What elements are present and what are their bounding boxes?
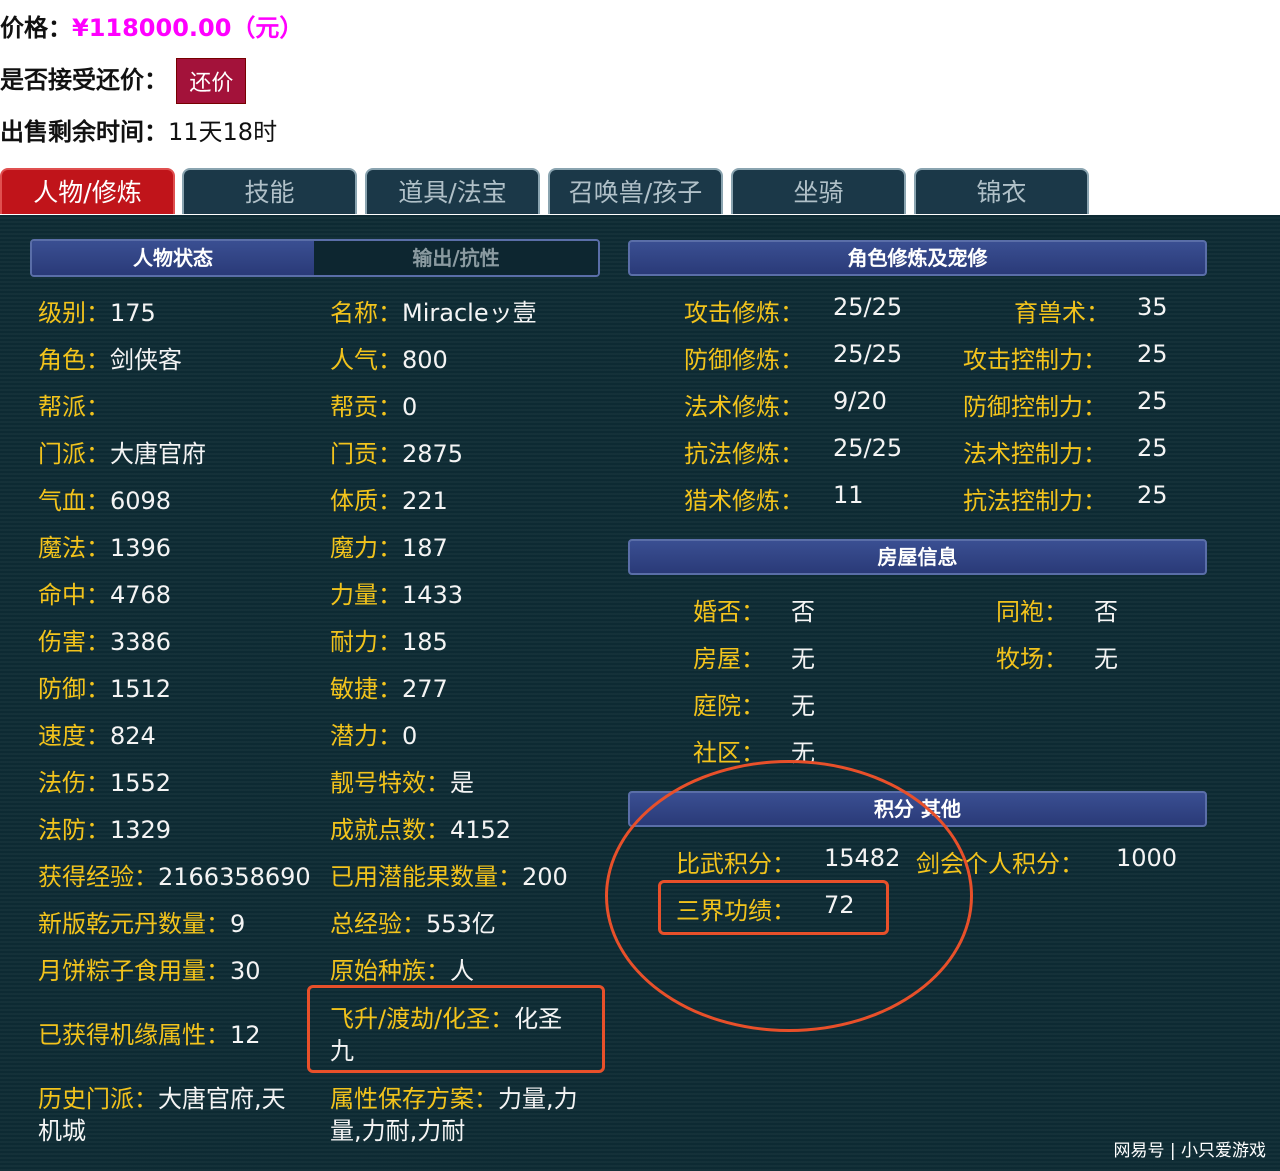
tab-items[interactable]: 道具/法宝 — [365, 168, 540, 214]
bargain-label: 是否接受还价： — [0, 66, 168, 94]
tab-pets[interactable]: 召唤兽/孩子 — [548, 168, 723, 214]
score-sword-value: 1000 — [1116, 844, 1178, 872]
house-ranch-value: 无 — [1094, 645, 1118, 673]
cult-defense-label: 防御修炼： — [684, 346, 804, 374]
cult-hunt-label: 猎术修炼： — [684, 487, 804, 515]
bargain-button[interactable]: 还价 — [176, 58, 247, 104]
stat-hp: 气血：6098 — [38, 487, 172, 515]
price-label: 价格： — [0, 14, 72, 42]
house-header: 房屋信息 — [628, 539, 1207, 575]
stat-total-exp: 总经验：553亿 — [330, 910, 496, 938]
status-header: 人物状态 输出/抗性 — [30, 239, 600, 277]
bargain-row: 是否接受还价： 还价 — [0, 58, 247, 104]
ascension-highlight — [307, 985, 605, 1073]
cult-magic-value: 9/20 — [833, 387, 887, 415]
ctrl-magic-label: 法术控制力： — [963, 440, 1107, 468]
house-married-label: 婚否： — [693, 598, 765, 626]
stat-attr-plan-cont: 量,力耐,力耐 — [330, 1117, 466, 1145]
tab-mounts[interactable]: 坐骑 — [731, 168, 906, 214]
cult-hunt-value: 11 — [833, 481, 864, 509]
ctrl-attack-label: 攻击控制力： — [963, 346, 1107, 374]
house-sworn-value: 否 — [1094, 598, 1118, 626]
stat-name: 名称：Miracleッ壹 — [330, 299, 537, 327]
stat-constitution: 体质：221 — [330, 487, 448, 515]
stat-attr-plan: 属性保存方案：力量,力 — [330, 1085, 578, 1113]
stat-exp: 获得经验：2166358690 — [38, 863, 311, 891]
stat-history-school-cont: 机城 — [38, 1117, 86, 1145]
remaining-label: 出售剩余时间： — [0, 118, 168, 146]
status-tab[interactable]: 人物状态 — [32, 241, 314, 275]
stat-agility: 敏捷：277 — [330, 675, 448, 703]
stat-magic-power: 魔力：187 — [330, 534, 448, 562]
house-ranch-label: 牧场： — [996, 645, 1068, 673]
cult-defense-value: 25/25 — [833, 340, 903, 368]
stat-damage: 伤害：3386 — [38, 628, 172, 656]
stat-speed: 速度：824 — [38, 722, 156, 750]
stat-history-school: 历史门派：大唐官府,天 — [38, 1085, 286, 1113]
stat-guild-contrib: 帮贡：0 — [330, 393, 418, 421]
output-tab[interactable]: 输出/抗性 — [314, 241, 598, 275]
stat-mooncake: 月饼粽子食用量：30 — [38, 957, 261, 985]
cult-beast-value: 35 — [1137, 293, 1168, 321]
stat-potential: 潜力：0 — [330, 722, 418, 750]
stat-magic-damage: 法伤：1552 — [38, 769, 172, 797]
content-panel: 人物状态 输出/抗性 角色修炼及宠修 房屋信息 积分 其他 级别：175 角色：… — [0, 215, 1280, 1171]
stat-strength: 力量：1433 — [330, 581, 464, 609]
watermark: 网易号 | 小只爱游戏 — [1113, 1141, 1266, 1161]
cult-resist-value: 25/25 — [833, 434, 903, 462]
ctrl-magic-value: 25 — [1137, 434, 1168, 462]
ctrl-defense-value: 25 — [1137, 387, 1168, 415]
cultivation-header: 角色修炼及宠修 — [628, 240, 1207, 276]
ctrl-attack-value: 25 — [1137, 340, 1168, 368]
stat-defense: 防御：1512 — [38, 675, 172, 703]
stat-achievement: 成就点数：4152 — [330, 816, 512, 844]
stat-mp: 魔法：1396 — [38, 534, 172, 562]
price-value: ¥118000.00（元） — [72, 14, 304, 42]
ctrl-resist-label: 抗法控制力： — [963, 487, 1107, 515]
stat-guild: 帮派： — [38, 393, 110, 421]
tab-costume[interactable]: 锦衣 — [914, 168, 1089, 214]
house-house-value: 无 — [791, 645, 815, 673]
tab-skills[interactable]: 技能 — [182, 168, 357, 214]
stat-role: 角色：剑侠客 — [38, 346, 182, 374]
stat-level: 级别：175 — [38, 299, 156, 327]
stat-school: 门派：大唐官府 — [38, 440, 206, 468]
stat-race: 原始种族：人 — [330, 957, 474, 985]
stat-school-contrib: 门贡：2875 — [330, 440, 464, 468]
cult-resist-label: 抗法修炼： — [684, 440, 804, 468]
cult-magic-label: 法术修炼： — [684, 393, 804, 421]
score-highlight-circle — [605, 760, 973, 1032]
stat-magic-defense: 法防：1329 — [38, 816, 172, 844]
house-married-value: 否 — [791, 598, 815, 626]
ctrl-resist-value: 25 — [1137, 481, 1168, 509]
cult-attack-label: 攻击修炼： — [684, 299, 804, 327]
cult-attack-value: 25/25 — [833, 293, 903, 321]
house-yard-label: 庭院： — [693, 692, 765, 720]
price-row: 价格：¥118000.00（元） — [0, 8, 303, 43]
stat-vanity-effect: 靓号特效：是 — [330, 769, 474, 797]
cult-beast-label: 育兽术： — [1014, 299, 1110, 327]
house-house-label: 房屋： — [693, 645, 765, 673]
ctrl-defense-label: 防御控制力： — [963, 393, 1107, 421]
tab-character[interactable]: 人物/修炼 — [0, 168, 175, 214]
stat-potential-fruit: 已用潜能果数量：200 — [330, 863, 568, 891]
stat-qianyuan: 新版乾元丹数量：9 — [38, 910, 246, 938]
tab-bar: 人物/修炼 技能 道具/法宝 召唤兽/孩子 坐骑 锦衣 — [0, 168, 1280, 216]
remaining-row: 出售剩余时间：11天18时 — [0, 112, 277, 147]
stat-endurance: 耐力：185 — [330, 628, 448, 656]
house-sworn-label: 同袍： — [996, 598, 1068, 626]
stat-jiyuan: 已获得机缘属性：12 — [38, 1021, 261, 1049]
house-yard-value: 无 — [791, 692, 815, 720]
stat-hit: 命中：4768 — [38, 581, 172, 609]
stat-popularity: 人气：800 — [330, 346, 448, 374]
remaining-value: 11天18时 — [168, 118, 278, 146]
